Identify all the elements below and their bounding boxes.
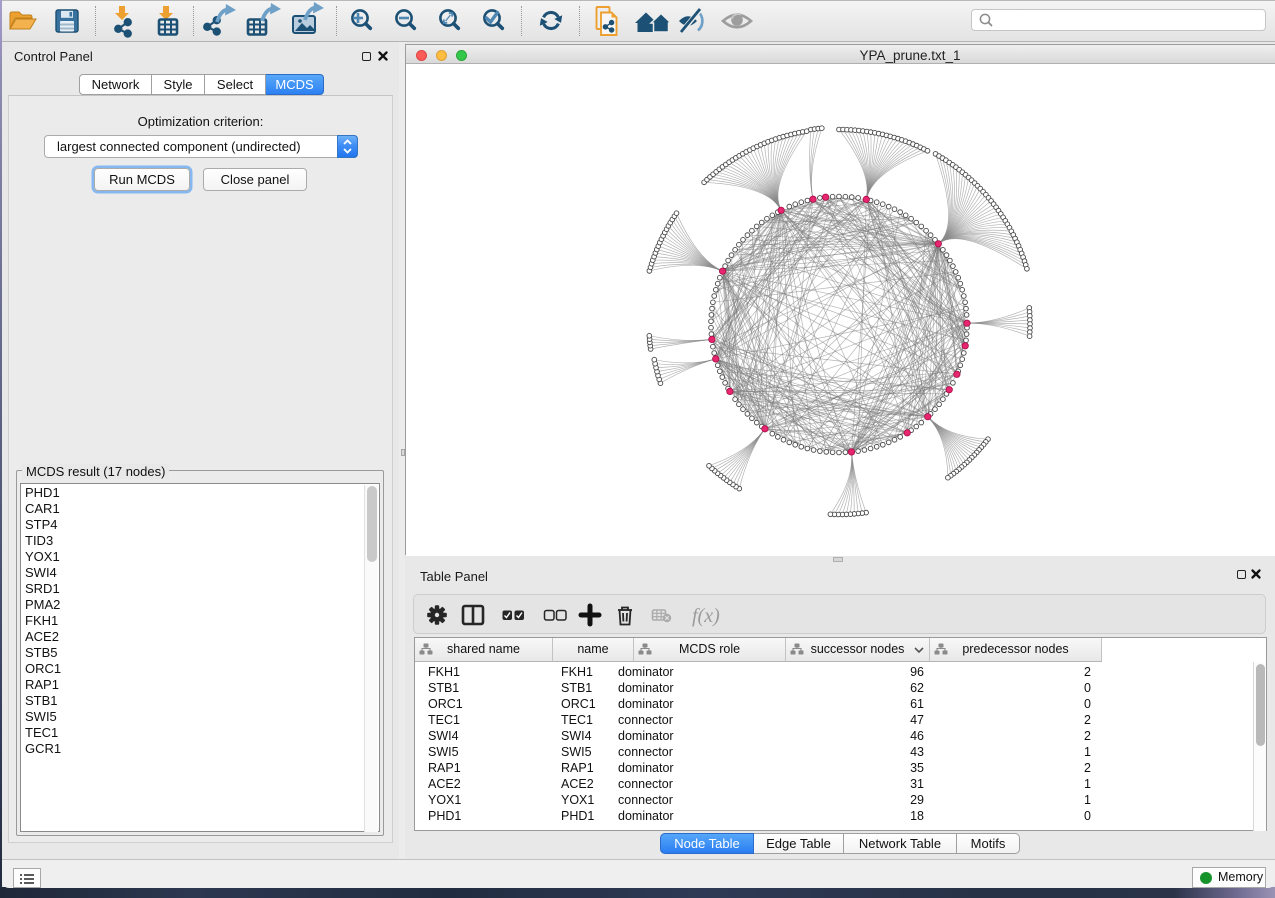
svg-text:f(x): f(x) bbox=[692, 605, 720, 627]
